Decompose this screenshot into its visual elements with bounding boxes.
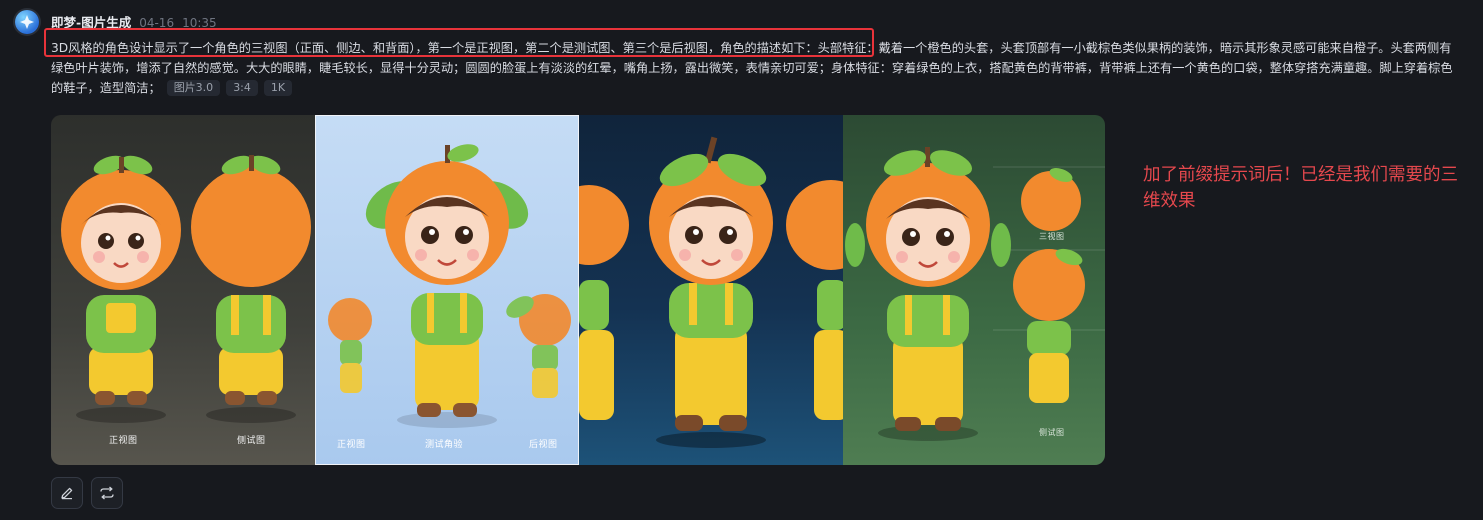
dreamina-logo-icon <box>20 15 34 29</box>
prompt-body: 3D风格的角色设计显示了一个角色的三视图（正面、侧边、和背面），第一个是正视图，… <box>51 41 1453 95</box>
view-label-side: 侧试图 <box>1039 428 1065 437</box>
character-turnaround-illustration <box>328 144 571 428</box>
view-label-three: 三视图 <box>1039 232 1065 241</box>
tag-model: 图片3.0 <box>166 80 221 96</box>
view-label-front: 正视图 <box>109 436 138 446</box>
app-avatar <box>15 10 39 34</box>
generated-image-3[interactable] <box>579 115 843 465</box>
edit-icon <box>61 487 73 500</box>
generated-image-2[interactable]: 正视图 测试角验 后视图 <box>315 115 579 465</box>
view-label-back: 后视图 <box>529 440 558 450</box>
tag-ratio: 3:4 <box>226 80 258 96</box>
character-three-view-illustration <box>579 136 843 448</box>
sender-name: 即梦-图片生成 <box>51 15 132 30</box>
character-sheet-illustration <box>845 147 1105 441</box>
image-gallery: 正视图 侧试图 正视图 测试角验 后视图 三视图 侧试图 <box>51 115 1105 465</box>
tag-resolution: 1K <box>263 80 293 96</box>
edit-button[interactable] <box>51 477 83 509</box>
annotation-note: 加了前缀提示词后！已经是我们需要的三维效果 <box>1143 165 1458 211</box>
view-label-front: 正视图 <box>337 440 366 450</box>
message-header: 即梦-图片生成 04-16 10:35 <box>51 12 217 31</box>
message-date: 04-16 <box>139 16 175 30</box>
generated-image-1[interactable]: 正视图 侧试图 <box>51 115 315 465</box>
regenerate-button[interactable] <box>91 477 123 509</box>
message-time: 10:35 <box>182 16 217 30</box>
character-front-back-illustration <box>61 155 311 423</box>
view-label-test: 测试角验 <box>425 440 464 450</box>
regenerate-icon <box>100 486 114 500</box>
generated-image-4[interactable]: 三视图 侧试图 <box>843 115 1105 465</box>
view-label-side: 侧试图 <box>237 436 266 446</box>
prompt-text: 3D风格的角色设计显示了一个角色的三视图（正面、侧边、和背面），第一个是正视图，… <box>51 38 1461 98</box>
